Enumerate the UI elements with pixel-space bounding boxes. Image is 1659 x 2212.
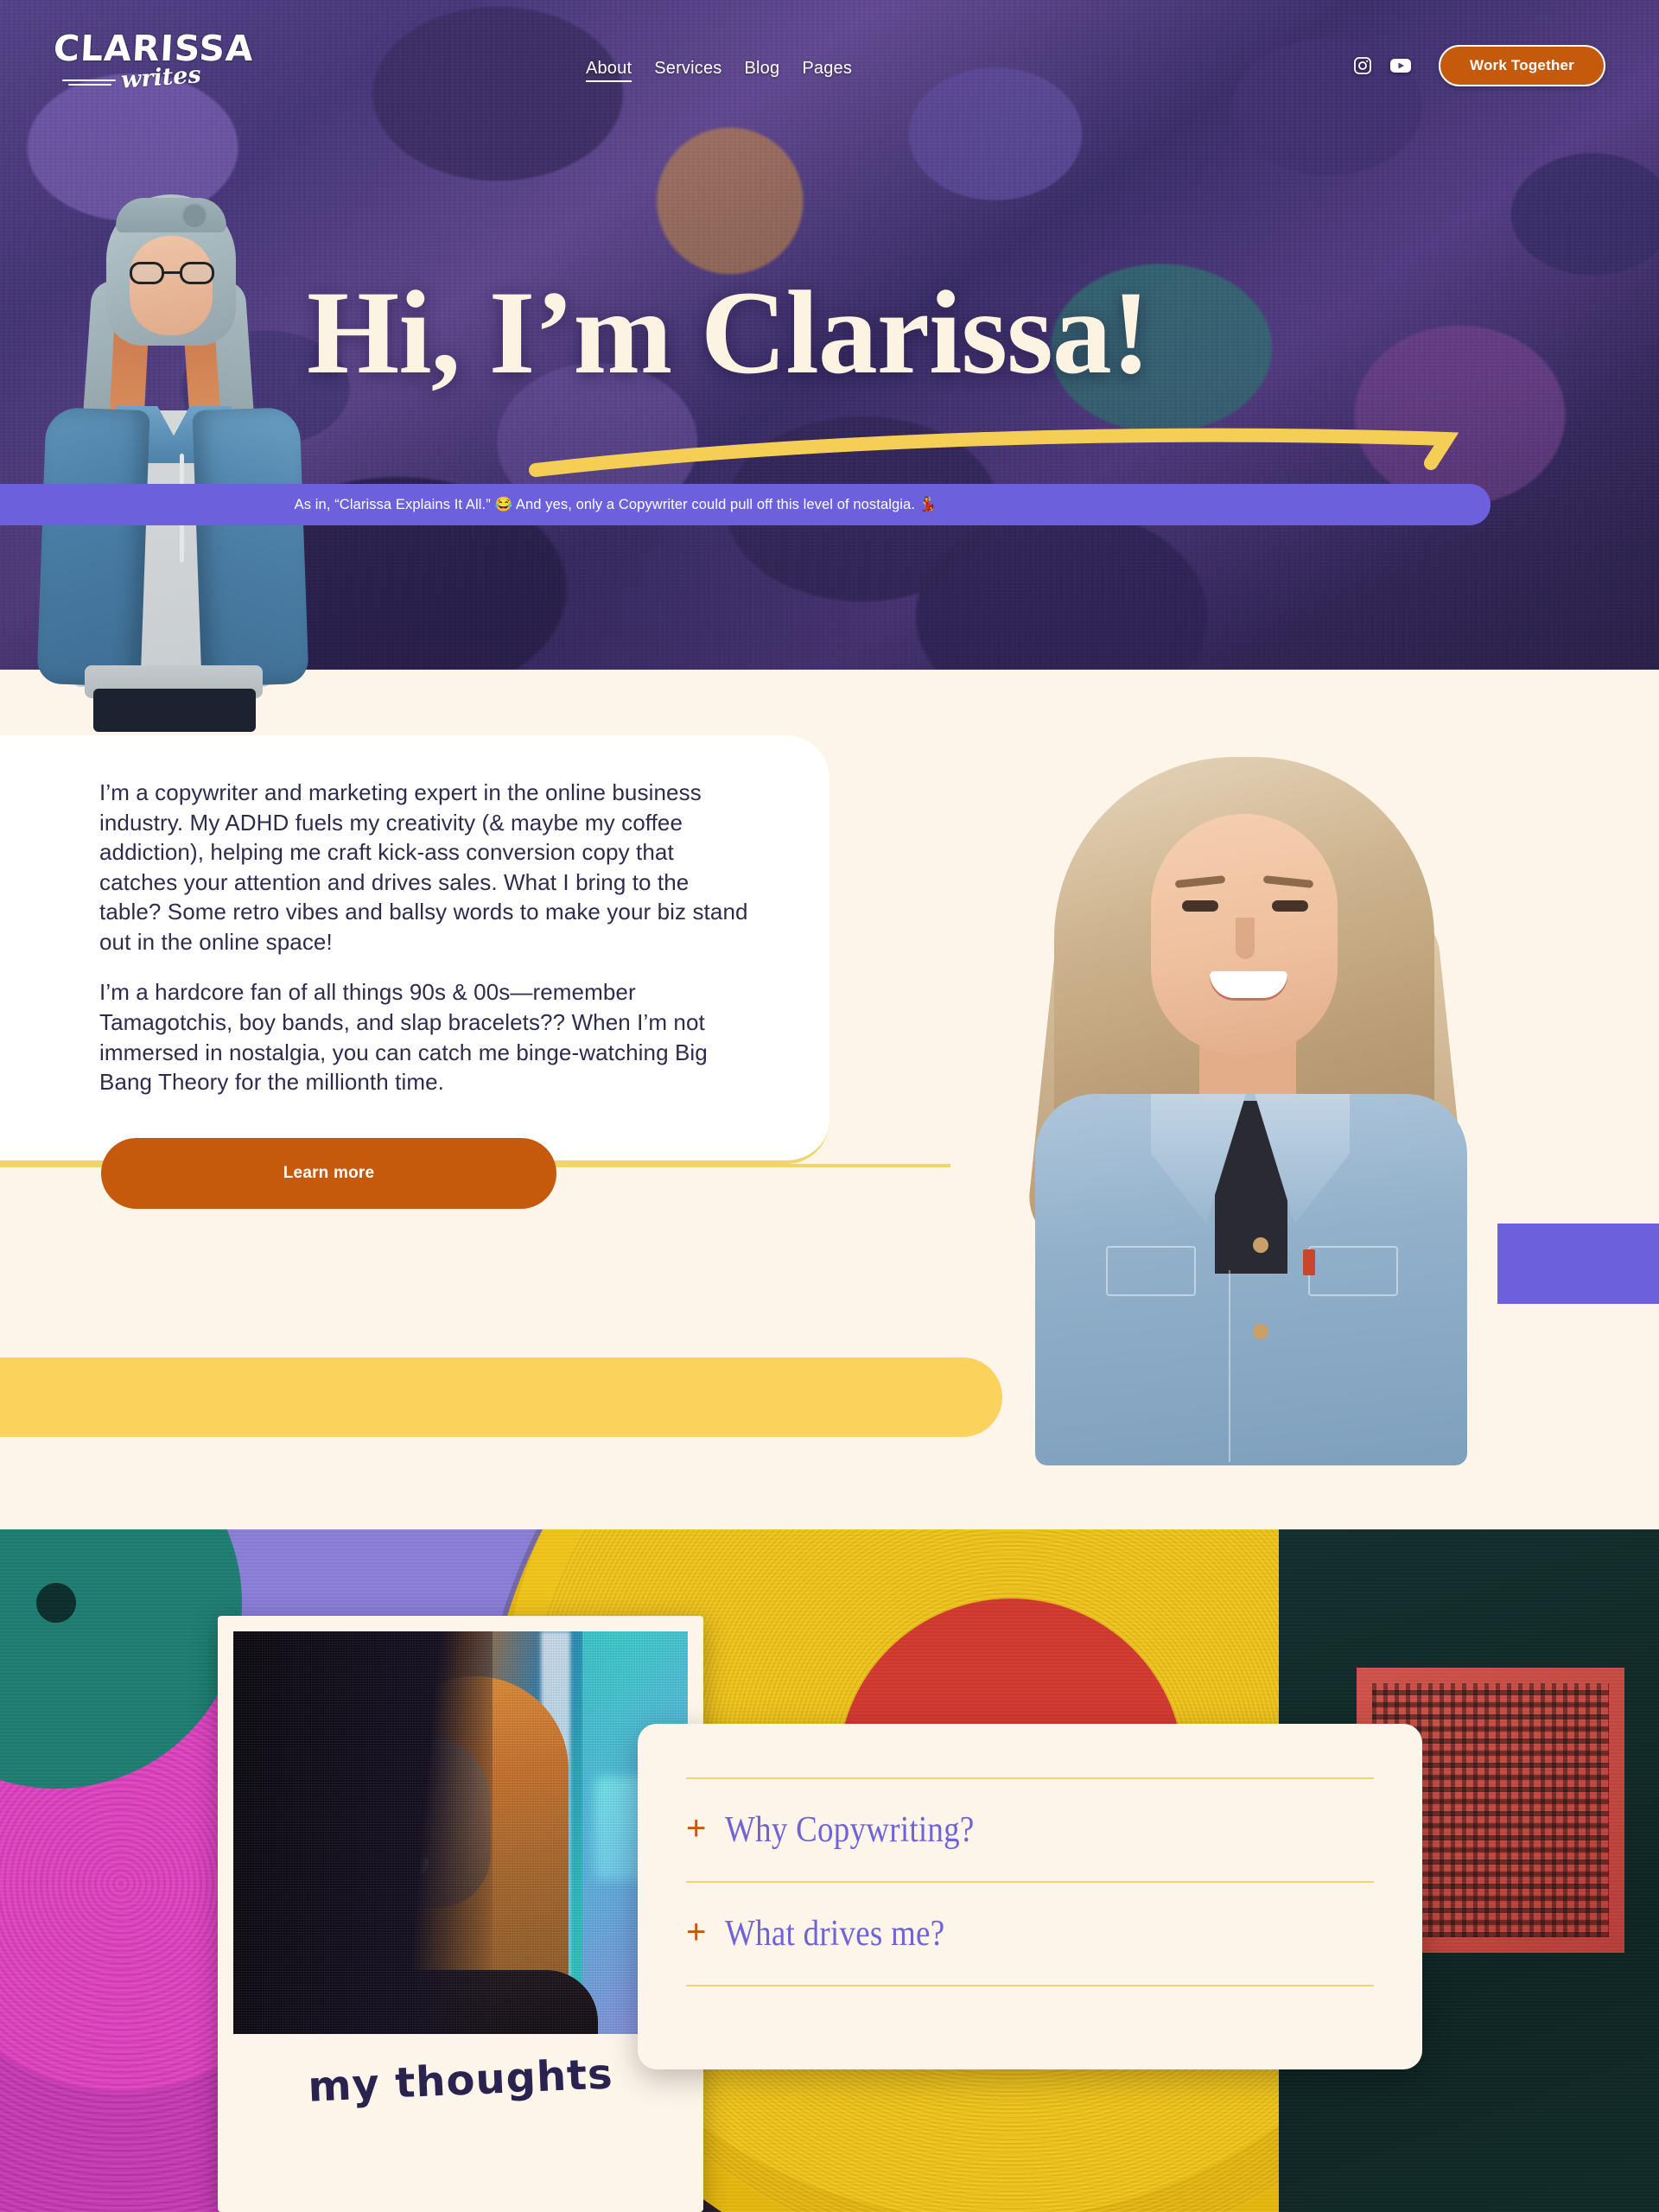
accordion-item-what-drives-me[interactable]: + What drives me?: [686, 1883, 1374, 1985]
hero-person-photo: [33, 194, 309, 732]
accordion-item-why-copywriting[interactable]: + Why Copywriting?: [686, 1779, 1374, 1881]
nav-item-services[interactable]: Services: [654, 59, 721, 82]
plus-icon: +: [686, 1913, 707, 1951]
top-navigation: CLARISSA writes About Services Blog Page…: [0, 0, 1659, 95]
about-copy-block: I’m a copywriter and marketing expert in…: [99, 778, 756, 1097]
page-title: Hi, I’m Clarissa!: [307, 266, 1151, 398]
neon-portrait-image: [233, 1631, 688, 2034]
accordion-divider-bottom: [686, 1985, 1374, 1986]
youtube-icon[interactable]: [1382, 48, 1420, 83]
nav-item-blog[interactable]: Blog: [745, 59, 780, 82]
work-together-button[interactable]: Work Together: [1439, 45, 1605, 86]
about-paragraph-2: I’m a hardcore fan of all things 90s & 0…: [99, 979, 708, 1096]
site-logo[interactable]: CLARISSA writes: [52, 28, 256, 94]
accordion-label: What drives me?: [725, 1914, 945, 1954]
nav-right-cluster: Work Together: [1344, 45, 1605, 86]
logo-wordmark: CLARISSA: [52, 28, 256, 69]
title-underline-swoosh: [529, 425, 1471, 485]
instagram-icon[interactable]: [1344, 48, 1382, 83]
accordion-label: Why Copywriting?: [725, 1810, 975, 1850]
plus-icon: +: [686, 1809, 707, 1847]
thoughts-accordion-panel: + Why Copywriting? + What drives me?: [638, 1724, 1422, 2069]
hero-subtitle-banner: As in, “Clarissa Explains It All.” 😂 And…: [0, 484, 1491, 525]
purple-accent-bar: [1497, 1224, 1659, 1304]
hero-subtitle-text: As in, “Clarissa Explains It All.” 😂 And…: [294, 496, 938, 512]
nav-item-pages[interactable]: Pages: [802, 59, 852, 82]
hero-section: CLARISSA writes About Services Blog Page…: [0, 0, 1659, 732]
logo-underline-decoration: [62, 79, 118, 86]
nav-links: About Services Blog Pages: [585, 59, 852, 82]
learn-more-button[interactable]: Learn more: [101, 1138, 556, 1209]
nav-item-about[interactable]: About: [585, 59, 632, 82]
about-paragraph-1: I’m a copywriter and marketing expert in…: [99, 779, 748, 955]
yellow-accent-bar: [0, 1357, 1002, 1437]
logo-tagline: writes: [120, 61, 202, 94]
thoughts-photo-card: my thoughts: [218, 1616, 703, 2212]
about-portrait-photo: [1004, 748, 1488, 1465]
my-thoughts-caption: my thoughts: [307, 2050, 614, 2112]
